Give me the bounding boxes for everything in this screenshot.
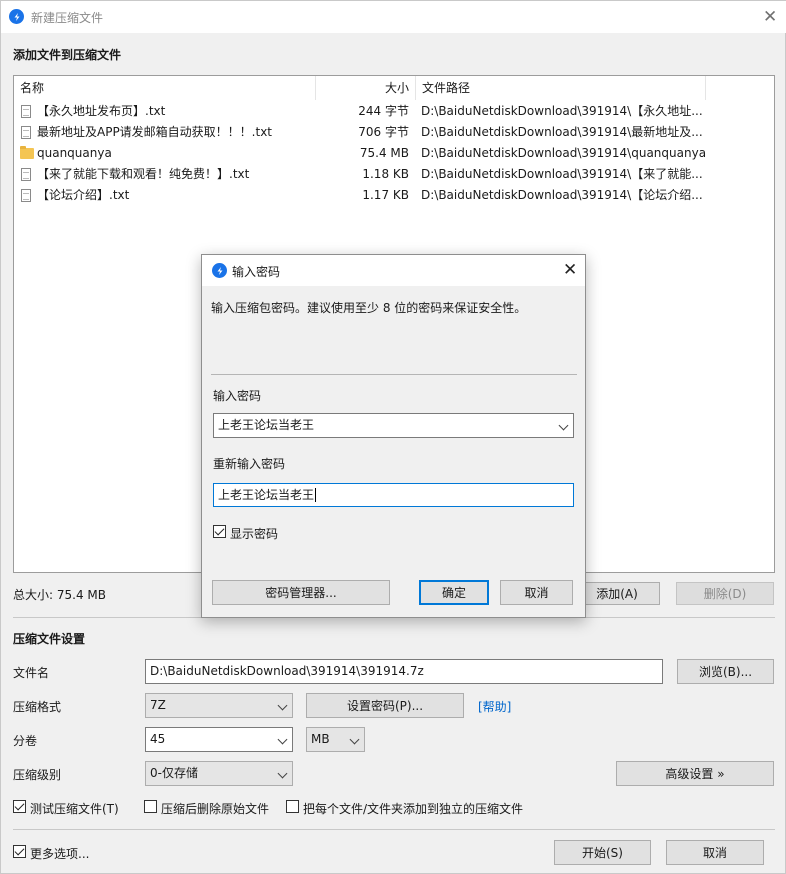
text-file-icon [21,105,31,118]
file-size: 1.17 KB [362,188,409,202]
start-button[interactable]: 开始(S) [554,840,651,865]
volume-value: 45 [150,732,166,746]
text-file-icon [21,189,31,202]
title-bar[interactable]: 新建压缩文件 ✕ [1,1,786,33]
file-row[interactable]: quanquanya 75.4 MB D:\BaiduNetdiskDownlo… [14,143,774,164]
text-cursor [315,488,317,502]
show-password-label[interactable]: 显示密码 [230,525,278,542]
file-name: 【永久地址发布页】.txt [37,104,166,118]
settings-section-title: 压缩文件设置 [13,632,86,646]
help-link[interactable]: [帮助] [478,698,511,715]
test-archive-label[interactable]: 测试压缩文件(T) [30,800,119,817]
divider [13,829,775,830]
file-path: D:\BaiduNetdiskDownload\391914\【论坛介绍... [421,188,703,202]
file-name: 【论坛介绍】.txt [37,188,130,202]
text-file-icon [21,168,31,181]
password-label: 输入密码 [213,389,262,403]
filename-label: 文件名 [13,666,50,680]
show-password-checkbox[interactable] [213,525,226,538]
delete-after-checkbox[interactable] [144,800,157,813]
file-path: D:\BaiduNetdiskDownload\391914\最新地址及... [421,125,703,139]
password-dialog: 输入密码 ✕ 输入压缩包密码。建议使用至少 8 位的密码来保证安全性。 输入密码… [201,254,586,618]
test-archive-checkbox[interactable] [13,800,26,813]
confirm-password-input[interactable]: 上老王论坛当老王 [213,483,574,507]
volume-unit-value: MB [311,732,330,746]
separate-archives-checkbox[interactable] [286,800,299,813]
file-path: D:\BaiduNetdiskDownload\391914\【永久地址... [421,104,703,118]
dialog-cancel-button[interactable]: 取消 [500,580,573,605]
chevron-down-icon [558,420,569,431]
chevron-down-icon [277,700,288,711]
total-size-label: 总大小: 75.4 MB [13,588,106,602]
file-row[interactable]: 【来了就能下载和观看！纯免费！】.txt 1.18 KB D:\BaiduNet… [14,164,774,185]
dialog-close-icon[interactable]: ✕ [563,262,577,279]
level-value: 0-仅存储 [150,766,198,780]
format-label: 压缩格式 [13,700,62,714]
file-name: 【来了就能下载和观看！纯免费！】.txt [37,167,250,181]
add-section-title: 添加文件到压缩文件 [13,48,122,62]
main-cancel-button[interactable]: 取消 [666,840,764,865]
window-title: 新建压缩文件 [31,11,104,25]
file-size: 1.18 KB [362,167,409,181]
format-select[interactable]: 7Z [145,693,293,718]
file-path: D:\BaiduNetdiskDownload\391914\quanquany… [421,146,707,160]
file-size: 75.4 MB [359,146,409,160]
password-manager-button[interactable]: 密码管理器... [212,580,390,605]
browse-button[interactable]: 浏览(B)... [677,659,774,684]
file-row[interactable]: 最新地址及APP请发邮箱自动获取！！！.txt 706 字节 D:\BaiduN… [14,122,774,143]
volume-unit-select[interactable]: MB [306,727,365,752]
level-select[interactable]: 0-仅存储 [145,761,293,786]
text-file-icon [21,126,31,139]
set-password-button[interactable]: 设置密码(P)... [306,693,464,718]
file-name: 最新地址及APP请发邮箱自动获取！！！.txt [37,125,273,139]
dialog-description-area: 输入压缩包密码。建议使用至少 8 位的密码来保证安全性。 [202,286,585,367]
more-options-checkbox[interactable] [13,845,26,858]
window-close-icon[interactable]: ✕ [763,9,777,26]
dialog-description: 输入压缩包密码。建议使用至少 8 位的密码来保证安全性。 [211,301,527,315]
advanced-settings-button[interactable]: 高级设置 » [616,761,774,786]
dialog-title: 输入密码 [232,265,281,279]
file-path: D:\BaiduNetdiskDownload\391914\【来了就能... [421,167,703,181]
file-row[interactable]: 【论坛介绍】.txt 1.17 KB D:\BaiduNetdiskDownlo… [14,185,774,206]
chevron-down-icon [277,734,288,745]
app-logo-icon [9,9,24,24]
more-options-label[interactable]: 更多选项... [30,845,89,862]
delete-files-button[interactable]: 删除(D) [676,582,774,605]
dialog-title-bar[interactable]: 输入密码 ✕ [202,255,585,286]
volume-combo[interactable]: 45 [145,727,293,752]
divider [211,374,577,375]
column-header-path[interactable]: 文件路径 [416,76,706,100]
folder-icon [20,146,34,159]
delete-after-label[interactable]: 压缩后删除原始文件 [161,800,269,817]
add-files-button[interactable]: 添加(A) [574,582,660,605]
column-header-name[interactable]: 名称 [14,76,316,100]
file-size: 244 字节 [358,104,409,118]
separate-archives-label[interactable]: 把每个文件/文件夹添加到独立的压缩文件 [303,800,523,817]
ok-button[interactable]: 确定 [419,580,489,605]
app-logo-icon [212,263,227,278]
chevron-down-icon [277,768,288,779]
filename-input[interactable]: D:\BaiduNetdiskDownload\391914\391914.7z [145,659,663,684]
file-row[interactable]: 【永久地址发布页】.txt 244 字节 D:\BaiduNetdiskDown… [14,101,774,122]
volume-label: 分卷 [13,734,38,748]
format-value: 7Z [150,698,166,712]
confirm-password-value: 上老王论坛当老王 [218,488,315,502]
file-size: 706 字节 [358,125,409,139]
chevron-down-icon [349,734,360,745]
password-combo[interactable]: 上老王论坛当老王 [213,413,574,438]
password-value: 上老王论坛当老王 [218,418,315,432]
confirm-password-label: 重新输入密码 [213,457,286,471]
level-label: 压缩级别 [13,768,62,782]
file-name: quanquanya [37,146,112,160]
column-header-size[interactable]: 大小 [316,76,416,100]
